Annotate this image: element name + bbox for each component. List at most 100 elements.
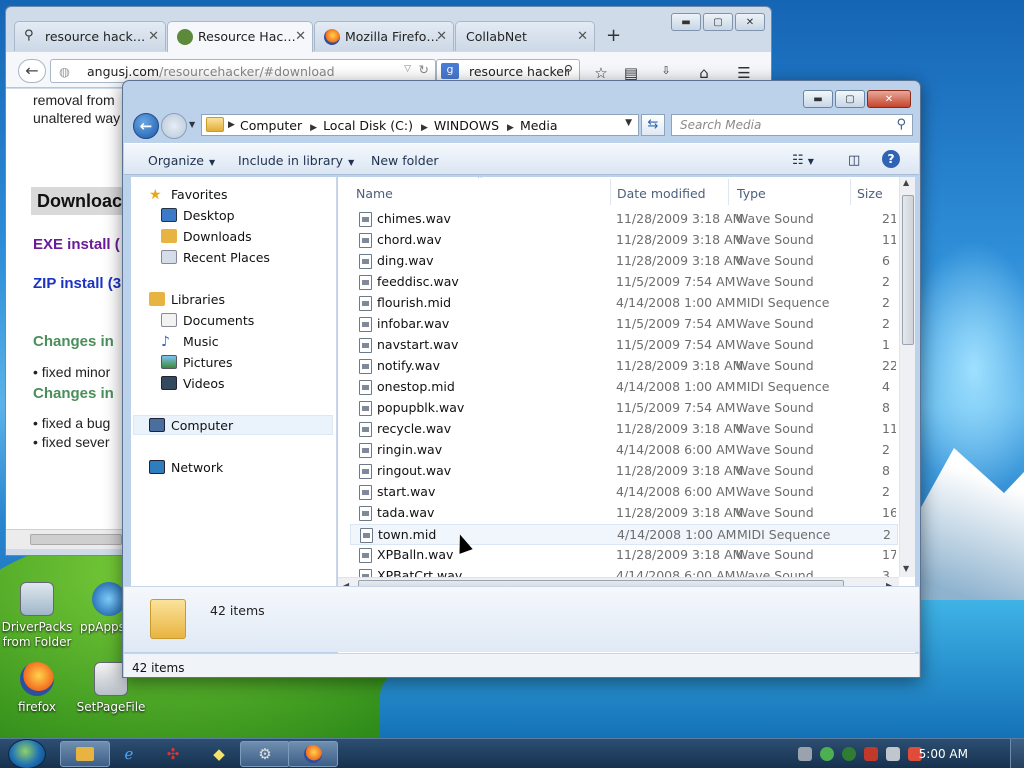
sort-ascending-icon: ⌃ [476,177,484,185]
file-row[interactable]: ringout.wav 11/28/2009 3:18 AM Wave Sound 8 [350,461,898,482]
desktop-icon-driverpacks[interactable]: DriverPacks from Folder [0,582,80,650]
nav-videos[interactable]: Videos [161,374,225,394]
close-tab-icon[interactable]: ✕ [436,29,447,44]
vertical-scrollbar[interactable]: ▲ ▼ [899,177,915,577]
column-header-size[interactable]: Size [857,182,883,206]
close-button[interactable]: ✕ [735,13,765,31]
tab-resource-hacker-search[interactable]: ⚲ resource hack… ✕ [14,21,166,51]
view-options-icon[interactable]: ☷ ▼ [792,153,814,168]
file-type: Wave Sound [736,484,814,499]
file-type: Wave Sound [736,505,814,520]
tab-mozilla-firefox[interactable]: Mozilla Firefo… ✕ [314,21,454,51]
column-header-date[interactable]: Date modified [617,182,706,206]
taskbar-ie[interactable]: ℯ [104,741,154,767]
nav-music[interactable]: ♪ Music [161,332,219,352]
organize-button[interactable]: Organize ▼ [148,153,215,168]
zip-install-link[interactable]: ZIP install (3 [33,275,121,292]
new-folder-button[interactable]: New folder [371,153,439,168]
show-desktop-button[interactable] [1010,739,1024,768]
back-button[interactable]: ← [18,59,46,83]
nav-recent-places[interactable]: Recent Places [161,248,270,268]
tray-icon[interactable] [864,747,878,761]
column-header-name[interactable]: Name [356,182,393,206]
exe-install-link[interactable]: EXE install ( [33,236,120,253]
back-button[interactable]: ← [133,113,159,139]
column-separator[interactable] [850,179,851,205]
nav-libraries[interactable]: Libraries [149,290,225,310]
nav-network[interactable]: Network [149,458,223,478]
help-icon[interactable]: ? [882,150,900,168]
file-row[interactable]: ringin.wav 4/14/2008 6:00 AM Wave Sound 2 [350,440,898,461]
address-bar[interactable]: ▶ Computer ▶ Local Disk (C:) ▶ WINDOWS ▶ Media… [201,114,639,136]
file-row[interactable]: XPBalln.wav 11/28/2009 3:18 AM Wave Sound 1… [350,545,898,566]
nav-desktop[interactable]: Desktop [161,206,235,226]
breadcrumb-windows[interactable]: WINDOWS [434,118,499,133]
refresh-button[interactable]: ⇆ [641,114,665,136]
taskbar-explorer[interactable] [60,741,110,767]
nav-favorites[interactable]: ★ Favorites [149,185,227,205]
column-separator[interactable] [728,179,729,205]
close-button[interactable]: ✕ [867,90,911,108]
search-input[interactable]: Search Media ⚲ [671,114,913,136]
maximize-button[interactable]: ▢ [835,90,865,108]
preview-pane-icon[interactable]: ◫ [848,153,860,168]
recent-pages-icon[interactable]: ▼ [189,120,195,129]
file-row[interactable]: feeddisc.wav 11/5/2009 7:54 AM Wave Sound 2 [350,272,898,293]
file-row[interactable]: infobar.wav 11/5/2009 7:54 AM Wave Sound 2 [350,314,898,335]
desktop-icon-ppappsv[interactable]: ppAppsv [70,582,130,635]
tab-resource-hacker[interactable]: Resource Hac… ✕ [167,21,313,52]
breadcrumb-media[interactable]: Media [520,118,558,133]
file-row[interactable]: recycle.wav 11/28/2009 3:18 AM Wave Sound 1… [350,419,898,440]
nav-documents[interactable]: Documents [161,311,254,331]
scroll-down-icon[interactable]: ▼ [903,564,909,573]
nav-downloads[interactable]: Downloads [161,227,252,247]
reload-icon[interactable]: ↻ [419,62,429,77]
start-button[interactable] [8,739,46,768]
column-separator[interactable] [610,179,611,205]
scroll-up-icon[interactable]: ▲ [903,178,909,187]
new-tab-button[interactable]: + [606,25,621,46]
file-row[interactable]: chord.wav 11/28/2009 3:18 AM Wave Sound 11 [350,230,898,251]
file-date: 11/28/2009 3:18 AM [616,421,744,436]
file-row[interactable]: notify.wav 11/28/2009 3:18 AM Wave Sound 22 [350,356,898,377]
taskbar-app-3[interactable]: ⚙ [240,741,290,767]
taskbar-firefox[interactable] [288,741,338,767]
address-dropdown-icon[interactable]: ▼ [625,118,632,128]
horizontal-scrollbar[interactable] [6,529,126,549]
minimize-button[interactable]: ▬ [803,90,833,108]
column-header-type[interactable]: Type [737,182,766,206]
file-row[interactable]: town.mid 4/14/2008 1:00 AM MIDI Sequence 2 [350,524,898,545]
forward-button[interactable] [161,113,187,139]
file-row[interactable]: navstart.wav 11/5/2009 7:54 AM Wave Sound 1 [350,335,898,356]
close-tab-icon[interactable]: ✕ [295,29,306,44]
minimize-button[interactable]: ▬ [671,13,701,31]
play-icon[interactable] [842,747,856,761]
clock[interactable]: 5:00 AM [919,747,968,761]
taskbar-app-2[interactable]: ◆ [194,741,244,767]
url-dropdown-icon[interactable]: ▽ [404,64,411,74]
tray-icon[interactable] [798,747,812,761]
scroll-thumb[interactable] [30,534,122,545]
close-tab-icon[interactable]: ✕ [577,29,588,44]
taskbar-app[interactable]: ✣ [148,741,198,767]
breadcrumb-computer[interactable]: Computer [240,118,302,133]
file-row[interactable]: ding.wav 11/28/2009 3:18 AM Wave Sound 6 [350,251,898,272]
nav-pictures[interactable]: Pictures [161,353,233,373]
breadcrumb-local-disk[interactable]: Local Disk (C:) [323,118,413,133]
maximize-button[interactable]: ▢ [703,13,733,31]
nav-computer[interactable]: Computer [133,415,333,435]
file-row[interactable]: chimes.wav 11/28/2009 3:18 AM Wave Sound 21 [350,209,898,230]
file-row[interactable]: popupblk.wav 11/5/2009 7:54 AM Wave Sound 8 [350,398,898,419]
network-tray-icon[interactable] [886,747,900,761]
include-in-library-button[interactable]: Include in library ▼ [238,153,354,168]
tab-collabnet[interactable]: CollabNet ✕ [455,21,595,51]
scroll-thumb[interactable] [902,195,914,345]
tab-label: Resource Hac… [198,29,296,44]
file-row[interactable]: start.wav 4/14/2008 6:00 AM Wave Sound 2 [350,482,898,503]
file-row[interactable]: flourish.mid 4/14/2008 1:00 AM MIDI Sequen… [350,293,898,314]
search-icon[interactable]: ⚲ [564,62,573,77]
file-row[interactable]: onestop.mid 4/14/2008 1:00 AM MIDI Sequenc… [350,377,898,398]
tray-icon[interactable] [820,747,834,761]
file-row[interactable]: tada.wav 11/28/2009 3:18 AM Wave Sound 16 [350,503,898,524]
close-tab-icon[interactable]: ✕ [148,29,159,44]
